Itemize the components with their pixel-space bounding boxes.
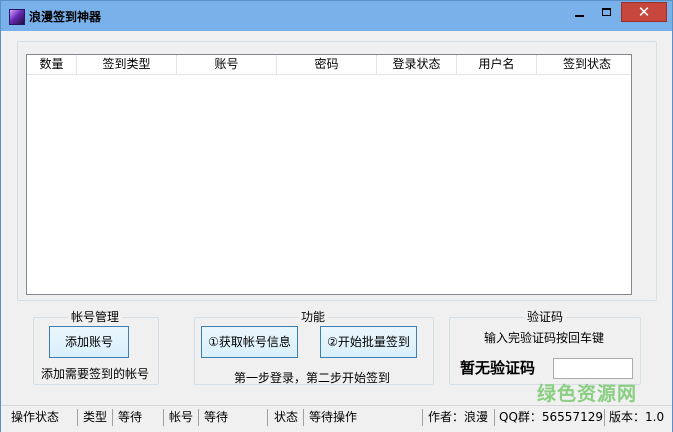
status-type-label: 类型 [83, 410, 108, 424]
captcha-hint: 输入完验证码按回车键 [484, 331, 605, 345]
status-qq-group: QQ群：56557129 [499, 410, 603, 424]
close-icon: ✕ [637, 2, 651, 21]
function-hint: 第一步登录，第二步开始签到 [234, 371, 391, 385]
status-separator [604, 409, 605, 426]
status-separator [198, 409, 199, 426]
status-account-label: 帐号 [169, 410, 194, 424]
minimize-icon [574, 14, 584, 17]
status-author: 作者：浪漫 [428, 410, 489, 424]
maximize-icon [601, 8, 611, 16]
status-separator [112, 409, 113, 426]
column-header-signin-status[interactable]: 签到状态 [537, 55, 637, 74]
status-type-value: 等待 [118, 410, 143, 424]
add-account-hint: 添加需要签到的帐号 [41, 367, 150, 381]
column-header-account[interactable]: 账号 [177, 55, 277, 74]
status-separator [303, 409, 304, 426]
column-header-count[interactable]: 数量 [27, 55, 77, 74]
captcha-group-title: 验证码 [524, 310, 567, 324]
close-button[interactable]: ✕ [621, 2, 667, 22]
column-header-password[interactable]: 密码 [277, 55, 377, 74]
status-state-value: 等待操作 [309, 410, 358, 424]
title-bar[interactable]: 浪漫签到神器 ✕ [1, 1, 672, 31]
status-version: 版本：1.0 [609, 410, 665, 424]
status-separator [422, 409, 423, 426]
status-bar: 操作状态 类型 等待 帐号 等待 状态 等待操作 作者：浪漫 QQ群：56557… [1, 405, 672, 432]
column-header-signin-type[interactable]: 签到类型 [77, 55, 177, 74]
status-separator [267, 409, 268, 426]
watermark-logo: 绿色资源网 [537, 383, 638, 405]
captcha-input[interactable] [553, 358, 633, 379]
function-group-title: 功能 [298, 310, 329, 324]
add-account-button[interactable]: 添加账号 [49, 326, 129, 358]
status-account-value: 等待 [204, 410, 229, 424]
maximize-button[interactable] [593, 2, 619, 22]
status-separator [163, 409, 164, 426]
account-list[interactable]: 数量 签到类型 账号 密码 登录状态 用户名 签到状态 [26, 54, 632, 295]
client-area: 数量 签到类型 账号 密码 登录状态 用户名 签到状态 帐号管理 添加账号 添加… [9, 32, 664, 405]
minimize-button[interactable] [566, 2, 592, 22]
app-gem-icon [9, 9, 25, 25]
status-separator [494, 409, 495, 426]
main-window: 浪漫签到神器 ✕ 数量 签到类型 账号 密码 登录状态 用户名 签到状态 帐号管… [0, 0, 673, 432]
captcha-status: 暂无验证码 [460, 359, 536, 377]
status-state-label: 状态 [274, 410, 299, 424]
fetch-account-info-button[interactable]: ①获取帐号信息 [201, 326, 298, 358]
account-management-title: 帐号管理 [68, 310, 123, 324]
status-op-label: 操作状态 [11, 410, 60, 424]
account-list-header: 数量 签到类型 账号 密码 登录状态 用户名 签到状态 [27, 55, 631, 75]
column-header-username[interactable]: 用户名 [457, 55, 537, 74]
status-separator [77, 409, 78, 426]
column-header-login-status[interactable]: 登录状态 [377, 55, 457, 74]
batch-signin-button[interactable]: ②开始批量签到 [320, 326, 417, 358]
window-title: 浪漫签到神器 [29, 10, 102, 24]
